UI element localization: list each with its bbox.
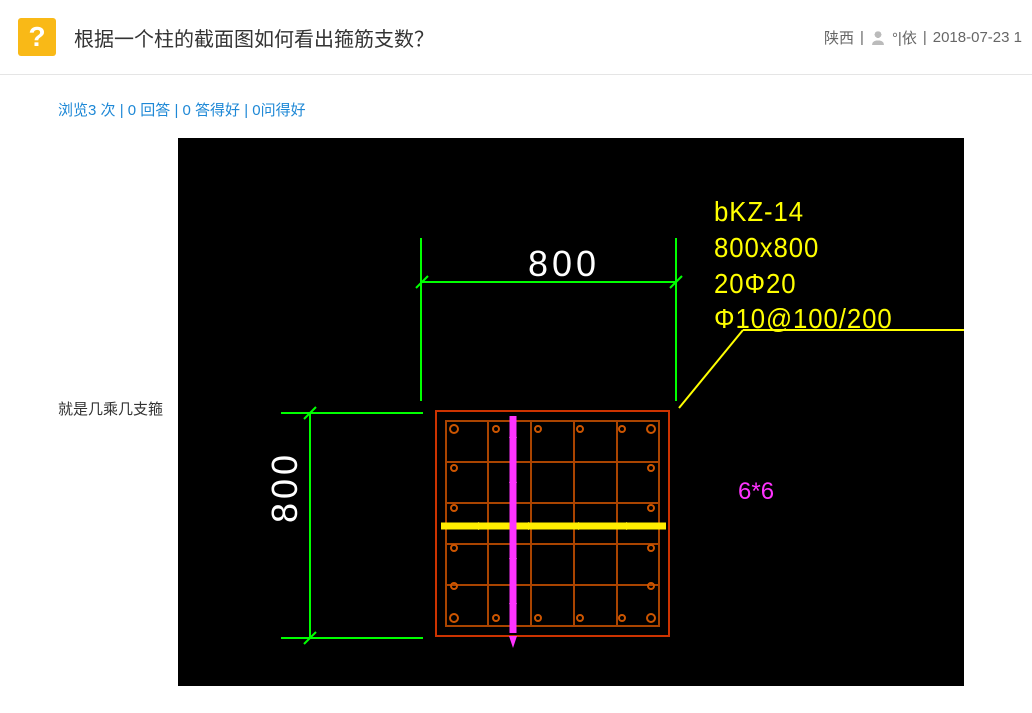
question-description: 就是几乘几支箍 [58, 138, 178, 419]
cad-annotation: 6*6 [738, 478, 774, 506]
cad-label-block: bKZ-14 800x800 20Φ20 Φ10@100/200 [714, 194, 893, 337]
answers-link[interactable]: 0 回答 [128, 102, 171, 119]
stats-row: 浏览3 次 | 0 回答 | 0 答得好 | 0问得好 [0, 75, 1032, 138]
cad-top-dimension: 800 [528, 243, 600, 285]
cad-label-rebar: 20Φ20 [714, 266, 893, 302]
views-link[interactable]: 浏览3 次 [58, 102, 116, 119]
question-mark-glyph: ? [28, 21, 45, 53]
meta-date: 2018-07-23 1 [933, 29, 1022, 46]
stats-sep: | [120, 102, 128, 119]
meta-sep: | [860, 29, 864, 46]
question-mark-icon: ? [18, 18, 56, 56]
cad-left-dimension: 800 [264, 451, 306, 523]
question-title: 根据一个柱的截面图如何看出箍筋支数？ [74, 23, 824, 52]
question-body: 就是几乘几支箍 [0, 138, 1032, 686]
meta-username: °|依 [892, 27, 917, 48]
meta-location: 陕西 [824, 27, 854, 48]
good-questions-link[interactable]: 0问得好 [252, 102, 305, 119]
question-meta: 陕西 | °|依 | 2018-07-23 1 [824, 27, 1022, 48]
question-header: ? 根据一个柱的截面图如何看出箍筋支数？ 陕西 | °|依 | 2018-07-… [0, 0, 1032, 75]
meta-sep: | [923, 29, 927, 46]
cad-label-stirrup: Φ10@100/200 [714, 301, 893, 337]
cad-label-size: 800x800 [714, 230, 893, 266]
cad-label-name: bKZ-14 [714, 194, 893, 230]
good-answers-link[interactable]: 0 答得好 [183, 102, 241, 119]
avatar-icon [870, 29, 886, 45]
stats-sep: | [174, 102, 182, 119]
cad-drawing: 800 800 bKZ-14 800x800 20Φ20 Φ10@100/200… [178, 138, 964, 686]
